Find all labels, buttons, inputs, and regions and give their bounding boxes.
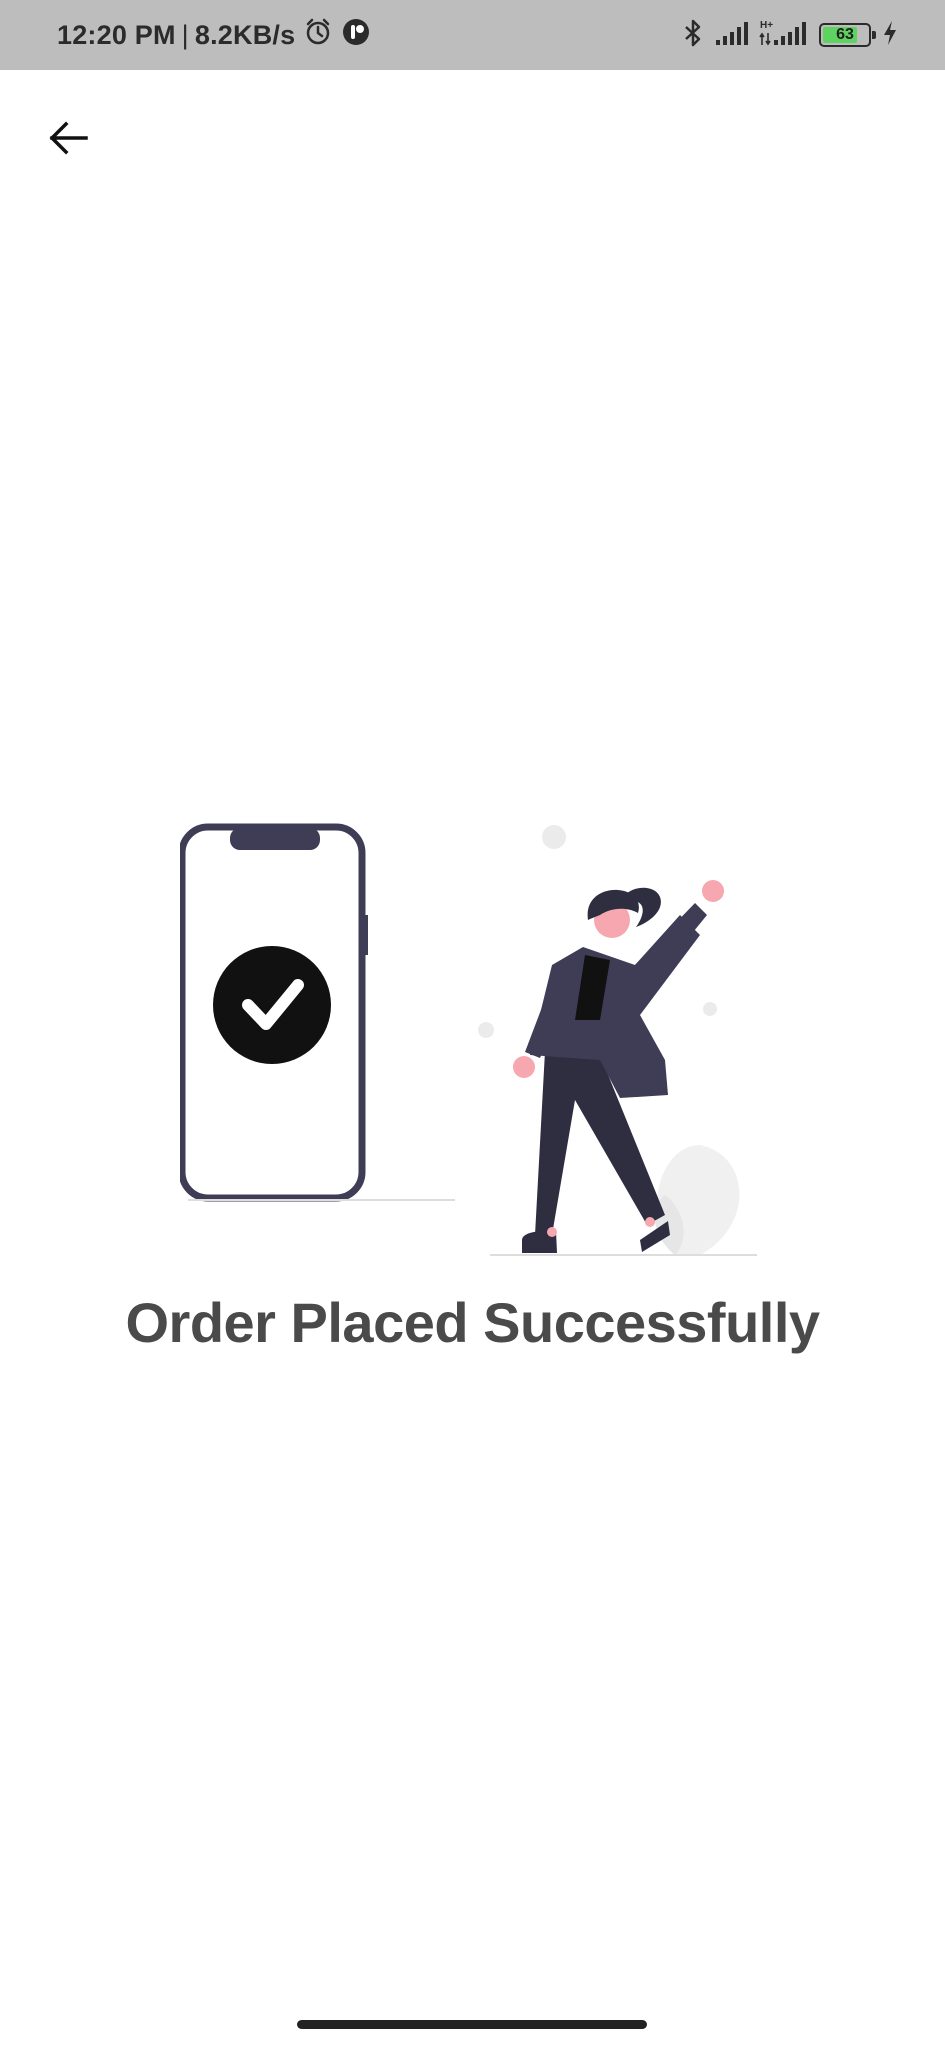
- page-title: Order Placed Successfully: [125, 1291, 820, 1354]
- back-button[interactable]: [40, 110, 96, 166]
- arrow-left-icon: [49, 121, 88, 155]
- status-left: 12:20 PM | 8.2KB/s: [57, 0, 371, 70]
- plant-illustration: [654, 1145, 740, 1255]
- home-indicator[interactable]: [297, 2020, 647, 2029]
- network-speed: 8.2KB/s: [194, 19, 296, 50]
- app-notification-icon: [341, 17, 371, 54]
- phone-illustration: [178, 823, 368, 1202]
- svg-text:H+: H+: [760, 20, 773, 31]
- order-success-illustration: [178, 815, 760, 1265]
- signal-icon: [715, 20, 749, 51]
- status-time: 12:20 PM: [57, 19, 176, 50]
- charging-icon: [881, 19, 899, 52]
- status-bar: 12:20 PM | 8.2KB/s H+ 63: [0, 0, 945, 70]
- hplus-signal-icon: H+: [759, 18, 809, 53]
- battery-level: 63: [836, 26, 854, 43]
- status-separator: |: [181, 19, 189, 50]
- battery-icon: 63: [819, 23, 876, 47]
- status-right: H+ 63: [681, 0, 899, 70]
- status-notification-icons: [303, 17, 371, 54]
- bluetooth-icon: [681, 18, 705, 53]
- alarm-icon: [303, 17, 333, 54]
